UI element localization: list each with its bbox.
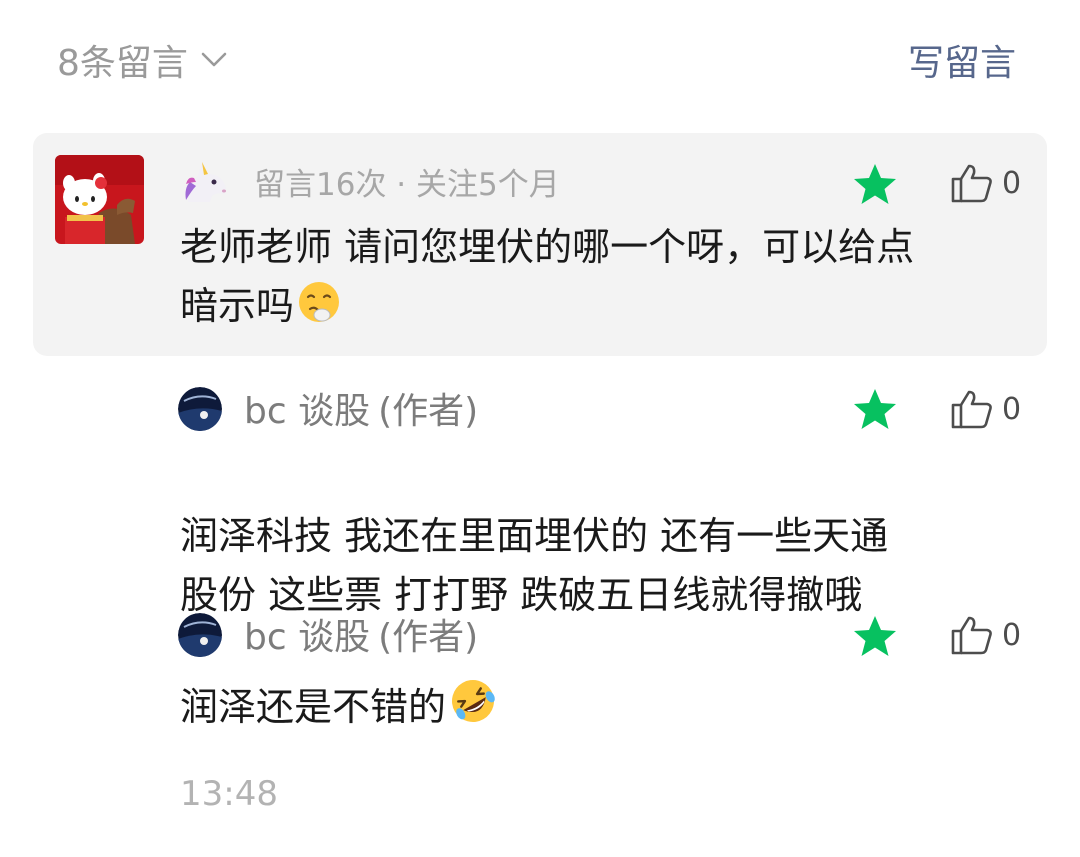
thumbs-up-icon [951,164,992,203]
like-button[interactable]: 0 [950,386,1021,432]
feature-star-button[interactable] [852,387,898,431]
post-time: 13:48 [180,774,278,814]
comments-header: 8条留言 写留言 [0,0,1080,120]
reply-author-name: bc 谈股 (作者) [244,609,478,659]
like-count: 0 [1002,391,1022,427]
star-icon [854,616,896,656]
hello-kitty-avatar-icon [55,155,144,244]
author-tag: (作者) [378,617,479,658]
author-avatar-icon [178,613,222,657]
reply-body: 润泽科技 我还在里面埋伏的 还有一些天通 股份 这些票 打打野 跌破五日线就得撤… [180,448,888,625]
star-icon [854,164,896,204]
comment-count-toggle[interactable]: 8条留言 [57,36,228,84]
rofl-emoji-icon [448,676,498,743]
write-comment-button[interactable]: 写留言 [908,36,1016,84]
worried-face-emoji-icon [296,279,342,342]
feature-star-button[interactable] [852,162,898,206]
like-button[interactable]: 0 [950,160,1021,206]
author-avatar-icon [178,387,222,431]
reply-body: 润泽还是不错的 [180,676,498,743]
write-comment-label: 写留言 [907,43,1016,84]
comment-text: 老师老师 请问您埋伏的哪一个呀，可以给点 暗示吗 [180,225,915,328]
reply-text: 润泽还是不错的 [180,685,447,729]
author-avatar[interactable] [178,387,222,431]
feature-star-button[interactable] [852,614,898,658]
star-icon [854,389,896,429]
author-tag: (作者) [378,391,479,432]
like-count: 0 [1002,617,1022,653]
reply-text: 润泽科技 我还在里面埋伏的 还有一些天通 股份 这些票 打打野 跌破五日线就得撤… [180,514,889,617]
chevron-down-icon [201,52,227,67]
thumbs-up-icon [951,390,992,429]
reply-author-name: bc 谈股 (作者) [244,383,478,433]
commenter-stats: 留言16次 · 关注5个月 [254,166,560,203]
like-count: 0 [1002,165,1022,201]
comment-body: 老师老师 请问您埋伏的哪一个呀，可以给点 暗示吗 [180,218,914,342]
reply-author: bc 谈股 [244,391,371,432]
thumbs-up-icon [951,616,992,655]
commenter-meta: 留言16次 · 关注5个月 [180,158,560,204]
author-avatar[interactable] [178,613,222,657]
comments-screen: 8条留言 写留言 留言16次 · 关注5个月 0 老师老师 请问您埋伏的哪一个呀… [0,0,1080,857]
like-button[interactable]: 0 [950,612,1021,658]
reply-author: bc 谈股 [244,617,371,658]
commenter-avatar[interactable] [55,155,144,244]
comment-count-label: 8条留言 [57,43,188,84]
unicorn-emoji-icon [185,162,226,202]
